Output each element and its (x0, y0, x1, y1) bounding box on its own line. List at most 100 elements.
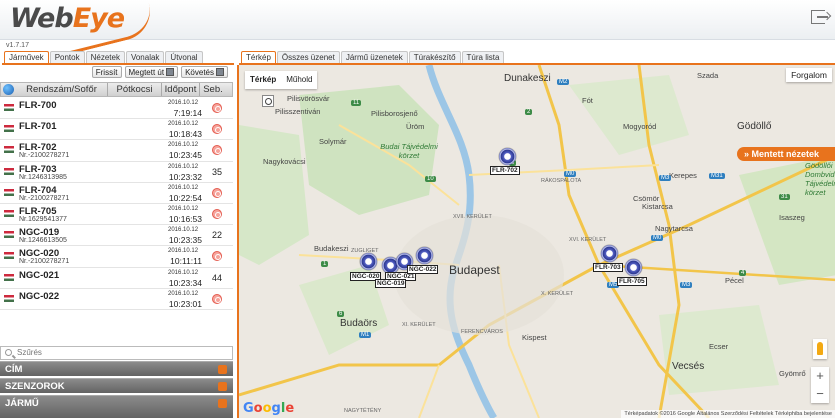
accordion-sensors[interactable]: SZENZOROK (0, 378, 233, 393)
speed-value: 35 (211, 166, 222, 177)
event-time: 10:23:32 (168, 171, 202, 182)
map-label: Budapest (449, 263, 500, 277)
event-time: 7:19:14 (173, 108, 202, 118)
event-time: 10:23:45 (168, 150, 202, 161)
stopped-status-icon (212, 251, 222, 262)
hungarian-flag-icon (4, 252, 14, 260)
zoom-control: + − (811, 367, 829, 403)
vehicle-row[interactable]: FLR-703 Nr.1246313985 2016.10.12 10:23:32 35 (0, 162, 233, 183)
event-date: 2016.10.12 (168, 184, 199, 191)
zoom-in-button[interactable]: + (811, 367, 829, 385)
globe-icon[interactable] (3, 84, 14, 95)
hungarian-flag-icon (4, 294, 14, 302)
vehicle-row[interactable]: FLR-702 Nr.-2100278271 2016.10.12 10:23:45 (0, 140, 233, 162)
stopped-status-icon (212, 293, 222, 304)
tab-route[interactable]: Útvonal (165, 51, 203, 63)
col-plate-driver[interactable]: Rendszám/Sofőr (16, 83, 108, 96)
map-label: Mogyoród (623, 122, 657, 131)
event-date: 2016.10.12 (168, 269, 199, 276)
vehicle-row[interactable]: FLR-704 Nr.-2100278271 2016.10.12 10:22:54 (0, 183, 233, 204)
vehicle-tag[interactable]: NGC-022 (407, 265, 439, 274)
hungarian-flag-icon (4, 167, 14, 175)
event-time: 10:23:35 (168, 235, 202, 246)
map-type-control: Térkép Műhold (245, 71, 318, 89)
road-shield: 1 (321, 261, 329, 267)
plate-number: FLR-701 (19, 121, 57, 133)
tab-all-messages[interactable]: Összes üzenet (276, 51, 340, 63)
accordion-address[interactable]: CÍM (0, 361, 233, 376)
map-type-map[interactable]: Térkép (245, 71, 281, 89)
vehicle-marker[interactable] (499, 148, 516, 165)
col-time[interactable]: Időpont (162, 83, 200, 96)
vehicle-marker[interactable] (416, 247, 433, 264)
stopped-status-icon (212, 208, 222, 219)
zoom-area-icon[interactable] (262, 95, 274, 107)
vehicle-tag[interactable]: FLR-702 (490, 166, 520, 175)
vehicle-table-body: FLR-700 2016.10.12 7:19:14 FLR-701 2016.10.1… (0, 98, 233, 310)
col-speed[interactable]: Seb. (200, 83, 226, 96)
map-label: Kistarcsa (642, 202, 673, 211)
map-label: Budakeszi (314, 244, 349, 253)
follow-toggle[interactable]: Követés (181, 66, 228, 78)
map-label: Ecser (709, 342, 729, 351)
route-toggle[interactable]: Megtett út (124, 66, 179, 78)
follow-checkbox[interactable] (216, 68, 224, 76)
filter-input[interactable] (17, 348, 217, 357)
vehicle-marker[interactable] (360, 253, 377, 270)
tab-lines[interactable]: Vonalak (125, 51, 165, 63)
vehicle-row[interactable]: FLR-705 Nr.1629541377 2016.10.12 10:16:53 (0, 204, 233, 226)
saved-views-button[interactable]: » Mentett nézetek (737, 147, 835, 161)
zoom-out-button[interactable]: − (811, 385, 829, 403)
refresh-button[interactable]: Frissít (91, 66, 122, 78)
filter-box (0, 346, 233, 360)
vehicle-tag[interactable]: NGC-019 (375, 279, 407, 288)
vehicle-marker[interactable] (625, 259, 642, 276)
trailer-number: Nr.-2100278271 (19, 258, 70, 266)
vehicle-row[interactable]: NGC-022 2016.10.12 10:23:01 (0, 289, 233, 310)
map-attribution[interactable]: Térképadatok ©2016 Google Általános Szer… (621, 410, 835, 418)
road-shield: M2 (557, 79, 570, 85)
vehicle-row[interactable]: FLR-700 2016.10.12 7:19:14 (0, 98, 233, 120)
accordion-vehicle[interactable]: JÁRMŰ (0, 395, 233, 418)
map-label: Pilisszentiván (275, 107, 321, 116)
map-canvas[interactable]: Térkép Műhold Forgalom » Mentett nézetek… (237, 65, 835, 418)
map-base (239, 65, 835, 418)
map-label: X. KERÜLET (541, 291, 574, 297)
event-time: 10:18:43 (168, 129, 202, 140)
event-date: 2016.10.12 (168, 142, 199, 149)
tab-map[interactable]: Térkép (241, 51, 276, 63)
route-checkbox[interactable] (166, 68, 175, 76)
vehicle-tag[interactable]: FLR-703 (593, 263, 623, 272)
map-label: NAGYTÉTÉNY (344, 408, 382, 414)
vehicle-row[interactable]: NGC-019 Nr.1246613505 2016.10.12 10:23:35 22 (0, 225, 233, 247)
plate-number: FLR-700 (19, 100, 57, 111)
map-label: Dunakeszi (504, 73, 551, 84)
tab-tour-list[interactable]: Túra lista (461, 51, 505, 63)
hungarian-flag-icon (4, 188, 14, 196)
tab-views[interactable]: Nézetek (85, 51, 125, 63)
tab-tour-builder[interactable]: Túrakészítő (408, 51, 461, 63)
map-label: FERENCVÁROS (461, 329, 503, 335)
map-label: Gödöllő (737, 121, 772, 132)
search-icon (5, 349, 12, 356)
vehicle-tag[interactable]: FLR-705 (617, 277, 647, 286)
stopped-status-icon (212, 187, 222, 198)
speed-value: 22 (211, 230, 222, 241)
vehicle-row[interactable]: FLR-701 2016.10.12 10:18:43 (0, 119, 233, 141)
vehicle-row[interactable]: NGC-021 2016.10.12 10:23:34 44 (0, 268, 233, 289)
vehicle-row[interactable]: NGC-020 Nr.-2100278271 2016.10.12 10:11:11 (0, 246, 233, 268)
map-type-satellite[interactable]: Műhold (281, 71, 317, 89)
hungarian-flag-icon (4, 273, 14, 281)
tab-vehicles[interactable]: Járművek (4, 51, 49, 63)
logout-icon[interactable] (811, 10, 828, 24)
event-date: 2016.10.12 (168, 100, 199, 106)
traffic-button[interactable]: Forgalom (786, 68, 832, 82)
tab-points[interactable]: Pontok (49, 51, 85, 63)
hungarian-flag-icon (4, 104, 14, 111)
vehicle-marker[interactable] (601, 245, 618, 262)
road-shield: 31 (779, 194, 790, 200)
street-view-pegman-icon[interactable] (813, 339, 827, 359)
col-trailer[interactable]: Pótkocsi (108, 83, 162, 96)
map-label: Szada (697, 71, 719, 80)
tab-vehicle-messages[interactable]: Jármű üzenetek (340, 51, 408, 63)
